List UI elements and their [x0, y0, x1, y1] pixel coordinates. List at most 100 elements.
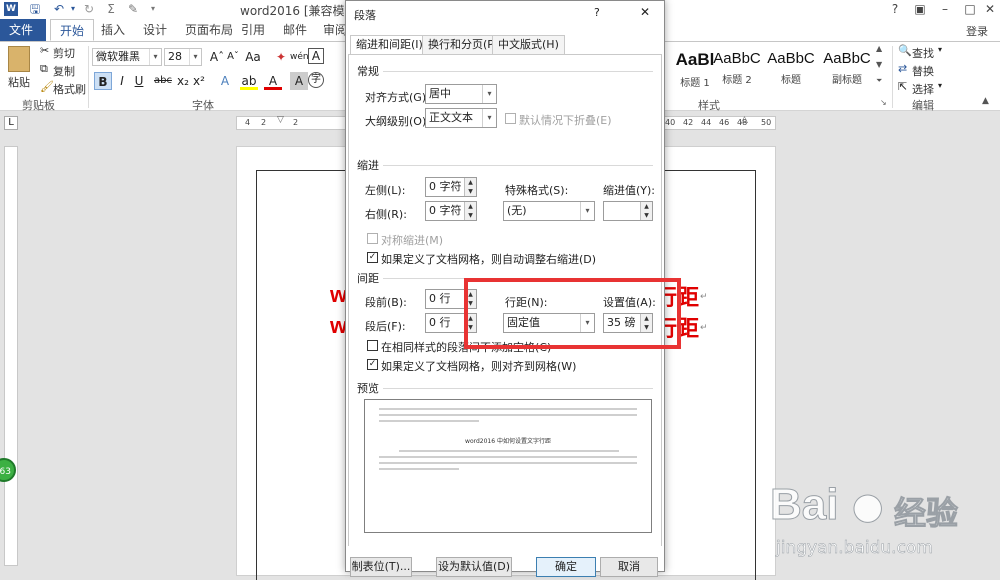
spinner-buttons[interactable]: ▲ ▼	[464, 202, 476, 220]
sign-in-link[interactable]: 登录	[966, 23, 988, 39]
spinner-buttons[interactable]: ▲ ▼	[640, 202, 652, 220]
ok-button[interactable]: 确定	[536, 557, 596, 577]
underline-button[interactable]: U	[130, 72, 148, 90]
edit-icon[interactable]: ✎	[126, 2, 140, 16]
dialog-help-button[interactable]: ?	[594, 6, 600, 19]
bold-button[interactable]: B	[94, 72, 112, 90]
find-button[interactable]: 查找	[912, 45, 934, 61]
ruler-number: 2	[261, 118, 267, 127]
char-border-icon[interactable]: A	[308, 48, 324, 64]
styles-scroll-down-icon[interactable]: ▼	[876, 60, 882, 69]
dialog-title-bar[interactable]: 段落 ? ✕	[346, 1, 664, 27]
tabs-button[interactable]: 制表位(T)...	[350, 557, 412, 577]
redo-icon[interactable]: ↻	[82, 2, 96, 16]
select-dropdown-icon[interactable]: ▾	[938, 81, 942, 90]
tab-selector[interactable]: L	[4, 116, 18, 130]
format-painter-icon[interactable]: 🖌	[40, 80, 54, 93]
styles-more-icon[interactable]: ⏷	[876, 76, 882, 86]
chevron-down-icon[interactable]: ▾	[482, 109, 496, 127]
format-painter-button[interactable]: 格式刷	[53, 81, 86, 97]
paste-icon[interactable]	[8, 46, 30, 72]
dialog-close-button[interactable]: ✕	[640, 5, 650, 19]
set-default-button[interactable]: 设为默认值(D)	[436, 557, 512, 577]
outline-level-select[interactable]: 正文文本 ▾	[425, 108, 497, 128]
font-name-combo[interactable]: 微软雅黑 ▾	[92, 48, 162, 66]
find-dropdown-icon[interactable]: ▾	[938, 45, 942, 54]
dialog-title: 段落	[354, 9, 376, 22]
tab-references[interactable]: 引用	[232, 19, 274, 41]
cut-button[interactable]: 剪切	[53, 45, 75, 61]
indent-by-spinner[interactable]: ▲ ▼	[603, 201, 653, 221]
cut-icon[interactable]: ✂	[40, 44, 49, 57]
sum-icon[interactable]: Σ	[104, 2, 118, 16]
word-app-icon[interactable]: W	[4, 2, 18, 16]
clear-format-icon[interactable]: ✦	[272, 48, 290, 66]
alignment-select[interactable]: 居中 ▾	[425, 84, 497, 104]
enclose-char-icon[interactable]: 字	[308, 72, 324, 88]
style-subtitle[interactable]: AaBbC 副标题	[812, 46, 882, 90]
chevron-down-icon[interactable]: ▾	[149, 49, 161, 65]
undo-icon[interactable]: ↶	[52, 2, 66, 16]
styles-scroll-up-icon[interactable]: ▲	[876, 44, 882, 53]
superscript-button[interactable]: x²	[190, 72, 208, 90]
space-after-label: 段后(F):	[365, 320, 406, 333]
tab-indents-spacing[interactable]: 缩进和间距(I)	[350, 35, 429, 56]
tab-home[interactable]: 开始	[50, 19, 95, 41]
vertical-ruler[interactable]	[4, 146, 18, 566]
copy-button[interactable]: 复制	[53, 63, 75, 79]
italic-button[interactable]: I	[113, 72, 131, 90]
tab-mailings[interactable]: 邮件	[274, 19, 316, 41]
chevron-down-icon[interactable]: ▾	[482, 85, 496, 103]
save-icon[interactable]: 🖫	[28, 2, 42, 16]
indent-left-spinner[interactable]: 0 字符 ▲ ▼	[425, 177, 477, 197]
phonetic-guide-icon[interactable]: wén	[290, 48, 309, 66]
space-before-value: 0 行	[429, 292, 451, 305]
tab-asian-typography[interactable]: 中文版式(H)	[492, 35, 565, 55]
auto-adjust-indent-checkbox[interactable]: ✓	[367, 252, 378, 263]
replace-icon[interactable]: ⇄	[898, 62, 907, 75]
styles-launcher-icon[interactable]: ↘	[880, 98, 887, 107]
tab-file[interactable]: 文件	[0, 19, 46, 41]
style-sample: AaBbC	[823, 50, 871, 67]
spin-down-icon[interactable]: ▼	[465, 211, 476, 220]
snap-to-grid-checkbox[interactable]: ✓	[367, 359, 378, 370]
right-indent-marker[interactable]: △	[741, 115, 748, 125]
chevron-down-icon[interactable]: ▾	[580, 202, 594, 220]
spin-up-icon[interactable]: ▲	[465, 202, 476, 211]
select-button[interactable]: 选择	[912, 81, 934, 97]
collapse-ribbon-icon[interactable]: ▲	[982, 96, 989, 106]
copy-icon[interactable]: ⧉	[40, 62, 48, 76]
undo-dropdown-icon[interactable]: ▾	[66, 2, 80, 16]
mirror-indent-checkbox[interactable]	[367, 233, 378, 244]
replace-button[interactable]: 替换	[912, 63, 934, 79]
select-icon[interactable]: ⇱	[898, 80, 907, 93]
customize-icon[interactable]: ▾	[146, 2, 160, 16]
font-size-combo[interactable]: 28 ▾	[164, 48, 202, 66]
text-effects-icon[interactable]: A	[216, 72, 234, 90]
special-indent-value: (无)	[507, 204, 527, 217]
special-indent-select[interactable]: (无) ▾	[503, 201, 595, 221]
tab-design[interactable]: 设计	[134, 19, 176, 41]
spin-up-icon[interactable]: ▲	[641, 202, 652, 211]
no-space-same-style-checkbox[interactable]	[367, 340, 378, 351]
font-color-icon[interactable]: A	[264, 72, 282, 90]
find-icon[interactable]: 🔍	[898, 44, 912, 57]
close-button[interactable]: ✕	[975, 0, 1000, 19]
char-shading-icon[interactable]: A	[290, 72, 308, 90]
shrink-font-icon[interactable]: Aˇ	[224, 48, 242, 66]
collapse-checkbox[interactable]	[505, 113, 516, 124]
tab-insert[interactable]: 插入	[92, 19, 134, 41]
paste-button[interactable]: 粘贴	[8, 74, 30, 90]
spin-down-icon[interactable]: ▼	[641, 211, 652, 220]
preview-box: word2016 中如何设置文字行距	[364, 399, 652, 533]
spin-up-icon[interactable]: ▲	[465, 178, 476, 187]
indent-marker[interactable]: ▽	[277, 115, 284, 125]
highlight-icon[interactable]: ab	[240, 72, 258, 90]
chevron-down-icon[interactable]: ▾	[189, 49, 201, 65]
indent-right-spinner[interactable]: 0 字符 ▲ ▼	[425, 201, 477, 221]
spin-down-icon[interactable]: ▼	[465, 187, 476, 196]
change-case-icon[interactable]: Aa	[244, 48, 262, 66]
spinner-buttons[interactable]: ▲ ▼	[464, 178, 476, 196]
strikethrough-button[interactable]: abc	[154, 72, 172, 90]
cancel-button[interactable]: 取消	[600, 557, 658, 577]
